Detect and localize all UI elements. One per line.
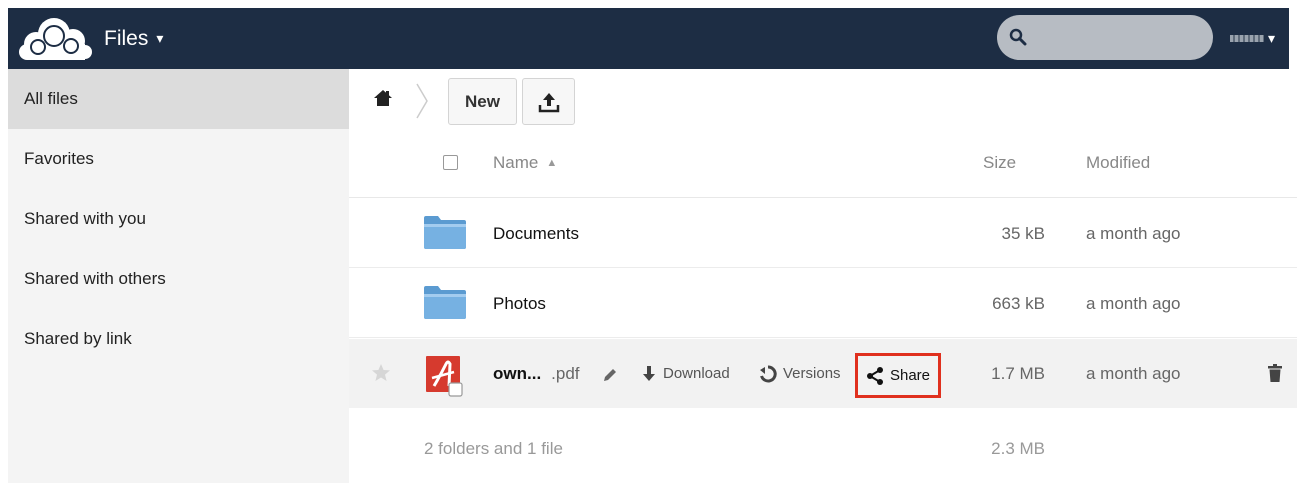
share-label: Share	[889, 367, 931, 384]
sidebar-item-shared-with-others[interactable]: Shared with others	[8, 249, 349, 309]
table-row[interactable]: Photos 663 kB a month ago	[349, 269, 1297, 338]
select-all-checkbox[interactable]	[443, 155, 458, 170]
new-button[interactable]: New	[448, 78, 517, 125]
sidebar-item-label: Shared with you	[24, 209, 146, 228]
table-row[interactable]: Documents 35 kB a month ago	[349, 199, 1297, 268]
top-header: Files ▾ ▾	[8, 8, 1289, 69]
sidebar-item-label: Favorites	[24, 149, 94, 168]
owncloud-logo[interactable]	[18, 14, 94, 62]
sidebar-item-favorites[interactable]: Favorites	[8, 129, 349, 189]
search-input[interactable]	[997, 15, 1213, 60]
app-title: Files	[104, 26, 149, 50]
file-extension: .pdf	[551, 363, 580, 383]
download-action[interactable]: Download	[641, 339, 730, 408]
star-icon[interactable]	[371, 363, 391, 387]
versions-label: Versions	[783, 365, 841, 382]
column-header-size[interactable]: Size	[983, 153, 1016, 173]
summary-count: 2 folders and 1 file	[424, 439, 563, 458]
upload-button[interactable]	[522, 78, 575, 125]
sort-ascending-icon: ▲	[546, 157, 558, 169]
file-size: 35 kB	[1001, 223, 1045, 243]
search-icon	[1009, 28, 1027, 46]
sidebar-item-label: Shared by link	[24, 329, 132, 348]
column-header-name-label: Name	[493, 153, 539, 172]
app-menu[interactable]: Files ▾	[104, 8, 163, 69]
new-button-label: New	[465, 91, 500, 111]
share-icon	[866, 366, 883, 385]
sidebar-item-label: All files	[24, 89, 78, 108]
chevron-down-icon: ▾	[156, 30, 164, 46]
file-basename: own...	[493, 363, 542, 383]
history-icon	[760, 364, 777, 382]
file-summary-row: 2 folders and 1 file 2.3 MB	[349, 415, 1297, 483]
column-header-name[interactable]: Name ▲	[493, 153, 557, 173]
file-modified: a month ago	[1086, 293, 1181, 313]
upload-icon	[538, 92, 559, 112]
file-modified: a month ago	[1086, 363, 1181, 383]
trash-icon[interactable]	[1267, 364, 1283, 388]
file-name[interactable]: Documents	[493, 199, 579, 268]
folder-icon	[423, 214, 467, 255]
controls-bar: New	[349, 69, 1297, 131]
rename-pencil-icon[interactable]	[602, 367, 618, 388]
summary-total-size: 2.3 MB	[991, 439, 1045, 458]
folder-icon	[423, 284, 467, 325]
sidebar-item-shared-by-link[interactable]: Shared by link	[8, 309, 349, 369]
sidebar: All files Favorites Shared with you Shar…	[8, 69, 349, 483]
share-action[interactable]: Share	[855, 353, 941, 398]
user-menu[interactable]: ▾	[1230, 8, 1275, 69]
file-table-header: Name ▲ Size Modified	[349, 131, 1297, 198]
file-size: 663 kB	[992, 293, 1045, 313]
sidebar-item-label: Shared with others	[24, 269, 166, 288]
pdf-icon	[426, 356, 464, 403]
table-row[interactable]: own... .pdf Download Versions Share 1.7 …	[349, 339, 1297, 408]
download-label: Download	[663, 365, 730, 382]
file-name[interactable]: Photos	[493, 269, 546, 338]
download-icon	[643, 365, 655, 381]
chevron-down-icon: ▾	[1268, 30, 1276, 46]
file-modified: a month ago	[1086, 223, 1181, 243]
file-size: 1.7 MB	[991, 363, 1045, 383]
sidebar-item-all-files[interactable]: All files	[8, 69, 349, 129]
column-header-modified[interactable]: Modified	[1086, 153, 1150, 173]
user-name-blurred	[1230, 35, 1264, 42]
file-name[interactable]: own... .pdf	[493, 339, 580, 408]
sidebar-item-shared-with-you[interactable]: Shared with you	[8, 189, 349, 249]
home-icon[interactable]	[373, 89, 393, 112]
versions-action[interactable]: Versions	[759, 339, 841, 408]
breadcrumb-separator-icon	[415, 83, 429, 124]
